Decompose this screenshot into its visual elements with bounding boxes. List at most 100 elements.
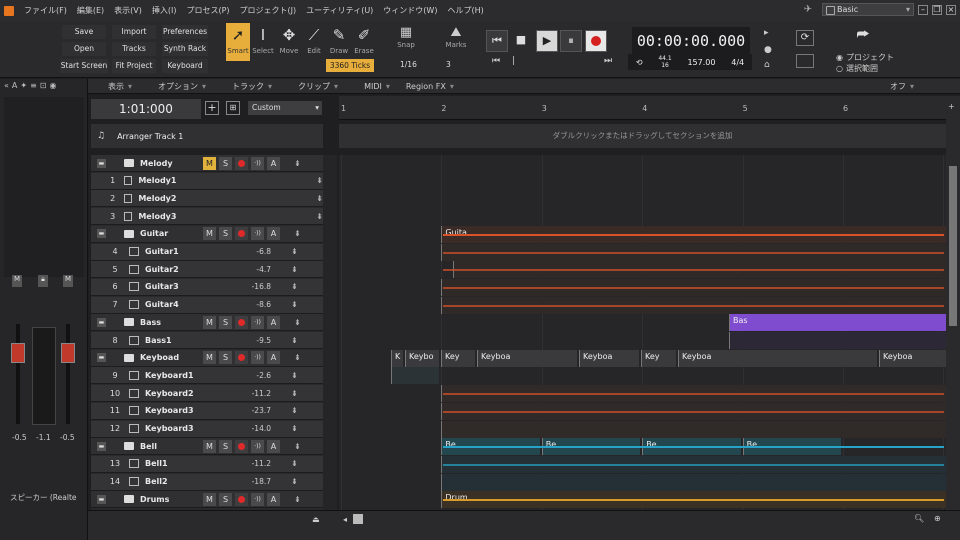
import-button[interactable]: Import — [112, 25, 156, 39]
track-row[interactable]: 11 Keyboard3 -23.7 ⇟ — [91, 402, 323, 420]
clip-keyboard[interactable] — [441, 420, 946, 438]
track-name[interactable]: Melody1 — [138, 176, 187, 185]
track-name[interactable]: Keyboard3 — [145, 406, 209, 415]
track-row[interactable]: 10 Keyboard2 -11.2 ⇟ — [91, 385, 323, 403]
record-arm-button[interactable] — [235, 315, 248, 329]
clip-keyboard-folder[interactable]: Keyboa — [579, 349, 639, 367]
solo-button[interactable]: S — [219, 227, 232, 241]
tempo-value[interactable]: 157.00 — [687, 58, 715, 67]
input-echo-icon[interactable]: ·)) — [251, 156, 264, 170]
track-menu-icon[interactable]: ⇟ — [291, 459, 298, 468]
play-button[interactable]: ▶ — [536, 30, 558, 52]
edit-tool[interactable]: ⟋ Edit — [302, 23, 326, 61]
off-toggle[interactable]: オフ — [884, 81, 920, 92]
workspace-select[interactable]: Basic — [822, 3, 914, 16]
folder-name[interactable]: Melody — [140, 159, 200, 168]
track-row[interactable]: 5 Guitar2 -4.7 ⇟ — [91, 261, 323, 279]
track-menu-icon[interactable]: ⇟ — [316, 212, 323, 221]
track-row[interactable]: 1 Melody1 ⇟ — [91, 172, 323, 190]
track-menu-icon[interactable]: ⇟ — [291, 371, 298, 380]
track-menu-icon[interactable]: ⇟ — [291, 265, 298, 274]
track-name[interactable]: Guitar4 — [145, 300, 209, 309]
clip-bass-folder[interactable]: Bas — [729, 314, 946, 332]
track-name[interactable]: Guitar1 — [145, 247, 209, 256]
scroll-up-icon[interactable]: ⏏ — [312, 515, 320, 524]
folder-collapse-icon[interactable]: ▬ — [97, 441, 106, 451]
track-name[interactable]: Melody2 — [138, 194, 187, 203]
draw-tool[interactable]: ✎ Draw — [327, 23, 351, 61]
track-menu-icon[interactable]: ⇟ — [291, 300, 298, 309]
mute-button[interactable]: M — [203, 156, 216, 170]
menu-edit[interactable]: 編集(E) — [72, 5, 109, 16]
fit-project-button[interactable]: Fit Project — [112, 59, 156, 73]
pause-button[interactable]: ⏸ — [560, 30, 582, 52]
track-row[interactable]: 8 Bass1 -9.5 ⇟ — [91, 332, 323, 349]
track-row[interactable]: 7 Guitar4 -8.6 ⇟ — [91, 296, 323, 314]
select-tool[interactable]: I Select — [251, 23, 275, 61]
fx-icon[interactable]: ✦ — [20, 81, 27, 90]
clip-icon[interactable]: ⊡ — [40, 81, 47, 90]
export-icon[interactable]: ⮫ — [852, 27, 874, 47]
folder-collapse-icon[interactable]: ▬ — [97, 158, 106, 168]
track-volume[interactable]: -9.5 — [209, 336, 271, 345]
solo-button[interactable]: S — [219, 156, 232, 170]
solo-button[interactable]: S — [219, 315, 232, 329]
track-menu-icon[interactable]: ⇟ — [316, 176, 323, 185]
record-arm-button[interactable] — [235, 227, 248, 241]
track-volume[interactable]: -16.8 — [209, 282, 271, 291]
folder-menu-icon[interactable]: ⇟ — [294, 159, 301, 168]
zoom-in-horizontal-icon[interactable]: ⊕ — [934, 514, 941, 523]
collapse-icon[interactable]: « — [4, 81, 9, 90]
folder-menu-icon[interactable]: ⇟ — [294, 442, 301, 451]
input-echo-icon[interactable]: ·)) — [251, 492, 264, 506]
track-menu-icon[interactable]: ⇟ — [291, 389, 298, 398]
track-volume[interactable]: -6.8 — [209, 247, 271, 256]
folder-row[interactable]: ▬ Melody M S ·)) A ⇟ — [91, 155, 323, 172]
strip-mute-right[interactable]: M — [63, 275, 73, 287]
meter-value[interactable]: 4/4 — [731, 58, 744, 67]
output-label[interactable]: スピーカー (Realte — [10, 492, 77, 503]
close-button[interactable]: × — [946, 4, 956, 15]
mute-button[interactable]: M — [203, 492, 216, 506]
mute-button[interactable]: M — [203, 439, 216, 453]
go-end-icon[interactable]: ⏭ — [604, 56, 612, 66]
menu-file[interactable]: ファイル(F) — [19, 5, 72, 16]
automation-button[interactable]: A — [267, 315, 280, 329]
track-name[interactable]: Bass1 — [145, 336, 209, 345]
menu-insert[interactable]: 挿入(I) — [147, 5, 182, 16]
clip-keyboard-folder[interactable]: Keyboa — [477, 349, 577, 367]
folder-row[interactable]: ▬ Guitar M S ·)) A ⇟ — [91, 225, 323, 243]
track-row[interactable]: 14 Bell2 -18.7 ⇟ — [91, 473, 323, 491]
go-start-icon[interactable]: ⏮ — [492, 56, 500, 66]
track-row[interactable]: 4 Guitar1 -6.8 ⇟ — [91, 243, 323, 261]
track-volume[interactable]: -18.7 — [209, 477, 271, 486]
strip-mute-left[interactable]: M — [12, 275, 22, 287]
track-name[interactable]: Bell2 — [145, 477, 209, 486]
arranger-track[interactable]: ♫ Arranger Track 1 — [91, 124, 323, 148]
clips-pane[interactable]: Guita Bas K Keybo Key Keyboa Keyboa Key Keyboa Ke… — [339, 155, 946, 510]
track-name[interactable]: Melody3 — [138, 212, 187, 221]
smart-tool[interactable]: ➚ Smart — [226, 23, 250, 61]
clip-keyboard-folder[interactable]: Key — [441, 349, 475, 367]
menu-view-tracks[interactable]: 表示 — [102, 81, 138, 92]
automation-button[interactable]: A — [267, 351, 280, 365]
snap-number[interactable]: 3 — [446, 60, 451, 69]
track-menu-icon[interactable]: ⇟ — [291, 477, 298, 486]
clip-keyboard-folder[interactable]: Keybo — [405, 349, 439, 367]
play-options-icon[interactable]: ▸ — [764, 28, 769, 38]
menu-clip[interactable]: クリップ — [292, 81, 344, 92]
scroll-left-icon[interactable]: ◂ — [343, 515, 347, 524]
metronome-icon[interactable]: ⌂ — [764, 60, 770, 70]
track-menu-icon[interactable]: ⇟ — [291, 282, 298, 291]
synth-rack-button[interactable]: Synth Rack — [162, 42, 208, 56]
menu-project[interactable]: プロジェクト(J) — [235, 5, 302, 16]
record-arm-button[interactable] — [235, 492, 248, 506]
open-button[interactable]: Open — [62, 42, 106, 56]
track-row[interactable]: 12 Keyboard3 -14.0 ⇟ — [91, 420, 323, 438]
clip-keyboard-folder[interactable]: Keyboa — [879, 349, 946, 367]
track-menu-icon[interactable]: ⇟ — [316, 194, 323, 203]
menu-track[interactable]: トラック — [226, 81, 278, 92]
loop-icon[interactable]: ⟲ — [636, 58, 643, 67]
vertical-scrollbar[interactable]: + — [946, 96, 960, 510]
record-button[interactable] — [585, 30, 607, 52]
